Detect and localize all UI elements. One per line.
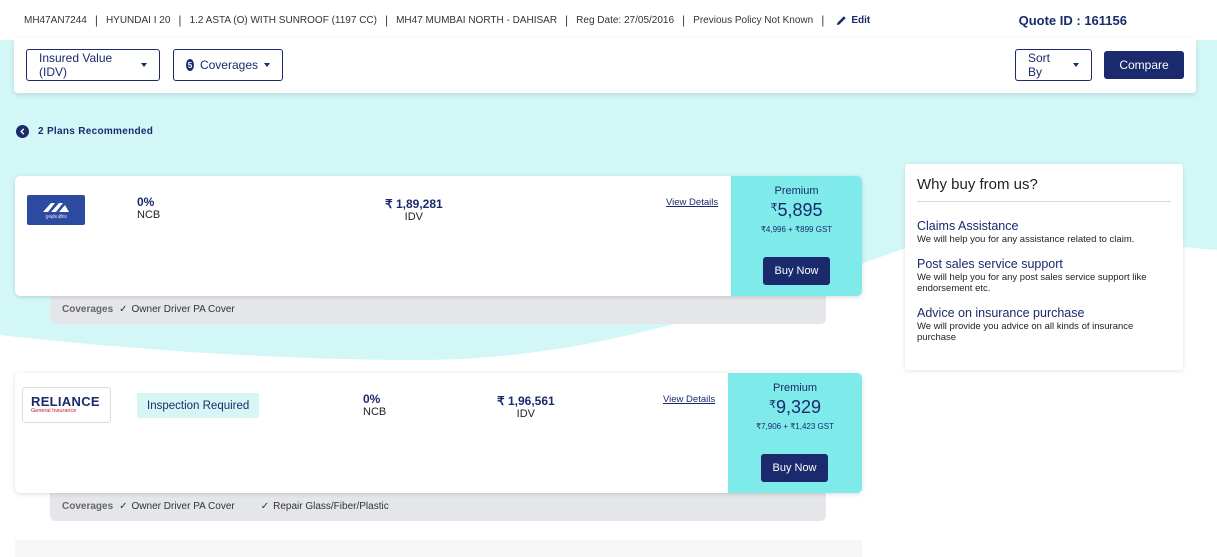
coverage-strip: Coverages ✓ Owner Driver PA Cover: [50, 295, 826, 324]
ncb-block: 0% NCB: [363, 392, 386, 418]
insurer-logo-text: RELIANCE: [31, 394, 100, 409]
idv-block: ₹ 1,96,561 IDV: [497, 394, 555, 420]
why-buy-item-title: Claims Assistance: [917, 219, 1019, 233]
buy-now-button[interactable]: Buy Now: [761, 454, 828, 482]
why-buy-item: Post sales service support We will help …: [917, 257, 1171, 294]
coverage-item-label: Owner Driver PA Cover: [131, 304, 235, 315]
coverages-filter-label: Coverages: [199, 58, 258, 72]
sort-by-button[interactable]: Sort By: [1015, 49, 1092, 81]
caret-down-icon: [1073, 63, 1079, 67]
back-button[interactable]: [16, 125, 29, 138]
ncb-block: 0% NCB: [137, 195, 160, 221]
why-buy-item-desc: We will help you for any post sales serv…: [917, 272, 1147, 294]
idv-label: IDV: [404, 211, 424, 223]
idv-value: ₹ 1,89,281: [385, 197, 443, 211]
plans-recommended-label: 2 Plans Recommended: [38, 126, 154, 137]
edit-button[interactable]: Edit: [836, 15, 870, 26]
premium-amount: ₹9,329: [728, 397, 862, 418]
idv-filter-label: Insured Value (IDV): [39, 51, 113, 79]
coverage-item-label: Owner Driver PA Cover: [131, 501, 235, 512]
ncb-label: NCB: [363, 406, 387, 418]
idv-block: ₹ 1,89,281 IDV: [385, 197, 443, 223]
separator: |: [682, 13, 686, 27]
premium-amount: ₹5,895: [731, 200, 862, 221]
coverage-item: ✓ Repair Glass/Fiber/Plastic: [261, 501, 389, 512]
why-buy-title: Why buy from us?: [917, 176, 1171, 202]
check-icon: ✓: [260, 501, 270, 512]
previous-policy: Previous Policy Not Known: [693, 14, 814, 26]
buy-now-button[interactable]: Buy Now: [763, 257, 830, 285]
why-buy-item-title: Advice on insurance purchase: [917, 306, 1085, 320]
premium-amount-value: 9,329: [775, 397, 822, 417]
quote-id: Quote ID : 161156: [1018, 13, 1127, 28]
filter-bar: Insured Value (IDV) 5 Coverages Sort By …: [14, 38, 1196, 93]
separator: |: [565, 13, 569, 27]
why-buy-item-title: Post sales service support: [917, 257, 1063, 271]
insurer-logo-text: युनाइटेड इंडिया: [45, 213, 67, 219]
rupee-symbol: ₹: [768, 399, 776, 411]
coverage-item-label: Repair Glass/Fiber/Plastic: [273, 501, 389, 512]
premium-label: Premium: [772, 382, 817, 394]
premium-box: Premium ₹5,895 ₹4,996 + ₹899 GST Buy Now: [731, 176, 862, 296]
ncb-value: 0%: [137, 195, 155, 209]
coverage-strip: Coverages ✓ Owner Driver PA Cover ✓ Repair…: [50, 492, 826, 521]
caret-down-icon: [264, 63, 270, 67]
separator: |: [384, 13, 389, 27]
premium-breakup: ₹7,906 + ₹1,423 GST: [755, 422, 834, 431]
view-details-link[interactable]: View Details: [663, 394, 715, 405]
insurer-logo: युनाइटेड इंडिया: [27, 195, 85, 225]
ncb-label: NCB: [137, 209, 161, 221]
check-icon: ✓: [119, 501, 128, 512]
coverages-label: Coverages: [62, 501, 114, 512]
registration-date: Reg Date: 27/05/2016: [576, 14, 675, 26]
why-buy-item-desc: We will help you for any assistance rela…: [917, 234, 1135, 245]
view-details-link[interactable]: View Details: [666, 197, 718, 208]
separator: |: [94, 13, 98, 27]
why-buy-item: Claims Assistance We will help you for a…: [917, 219, 1171, 245]
separator: |: [178, 13, 182, 27]
plan-card: युनाइटेड इंडिया 0% NCB ₹ 1,89,281 IDV Vi…: [15, 176, 862, 296]
rupee-symbol: ₹: [770, 202, 778, 214]
vehicle-model: HYUNDAI I 20: [105, 14, 171, 26]
registration-number: MH47AN7244: [24, 14, 87, 26]
insurer-logo-subtext: General Insurance: [31, 408, 77, 414]
why-buy-panel: Why buy from us? Claims Assistance We wi…: [905, 164, 1183, 370]
idv-value: ₹ 1,96,561: [497, 394, 555, 408]
why-buy-item: Advice on insurance purchase We will pro…: [917, 306, 1171, 343]
premium-label: Premium: [774, 185, 819, 197]
plan-card: RELIANCE General Insurance Inspection Re…: [15, 373, 862, 493]
premium-amount-value: 5,895: [777, 200, 823, 220]
premium-breakup: ₹4,996 + ₹899 GST: [760, 225, 833, 234]
insurer-logo: RELIANCE General Insurance: [22, 387, 111, 423]
premium-box: Premium ₹9,329 ₹7,906 + ₹1,423 GST Buy N…: [728, 373, 862, 493]
plans-recommended-header: 2 Plans Recommended: [16, 125, 153, 138]
idv-filter-button[interactable]: Insured Value (IDV): [26, 49, 160, 81]
coverages-label: Coverages: [62, 304, 114, 315]
sort-by-label: Sort By: [1028, 51, 1051, 79]
coverage-item: ✓ Owner Driver PA Cover: [119, 304, 235, 315]
pencil-icon: [837, 15, 847, 25]
idv-label: IDV: [516, 408, 536, 420]
vehicle-variant: 1.2 ASTA (O) WITH SUNROOF (1197 CC): [189, 14, 377, 26]
ncb-value: 0%: [363, 392, 381, 406]
rto-location: MH47 MUMBAI NORTH - DAHISAR: [396, 14, 558, 26]
caret-down-icon: [141, 63, 147, 67]
inspection-required-tag: Inspection Required: [137, 393, 260, 418]
chevron-left-icon: [20, 128, 25, 135]
united-india-logo-icon: [43, 202, 69, 212]
coverage-item: ✓ Owner Driver PA Cover: [119, 501, 235, 512]
check-icon: ✓: [119, 304, 128, 315]
edit-label: Edit: [851, 14, 871, 26]
coverages-filter-button[interactable]: 5 Coverages: [173, 49, 283, 81]
why-buy-item-desc: We will provide you advice on all kinds …: [917, 321, 1134, 343]
coverages-count-badge: 5: [186, 59, 194, 71]
compare-button[interactable]: Compare: [1104, 51, 1184, 79]
next-card-edge: [15, 540, 862, 557]
separator: |: [821, 13, 825, 27]
